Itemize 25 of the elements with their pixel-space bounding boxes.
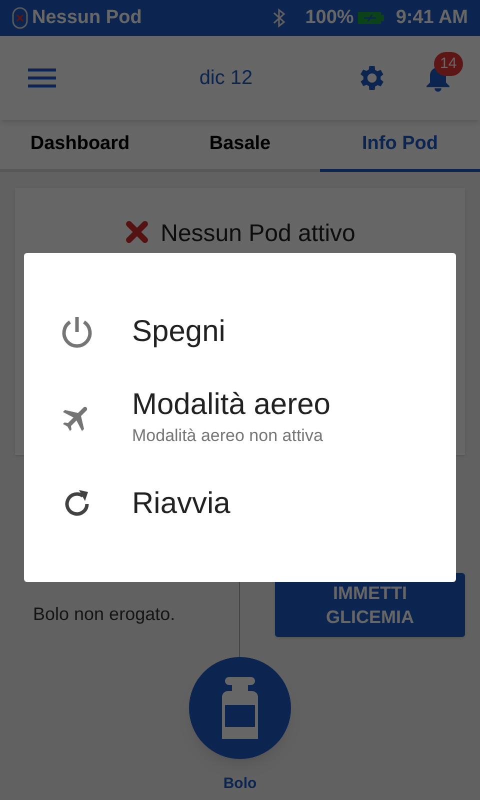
error-cross-icon: [124, 220, 149, 244]
vial-icon: [222, 677, 258, 739]
pod-status-text: Nessun Pod: [32, 6, 142, 30]
tab[interactable]: Basale: [160, 120, 320, 169]
power-menu-item[interactable]: Riavvia: [60, 476, 456, 532]
date-label: dic 12: [199, 66, 253, 91]
bolus-label: Bolo: [223, 774, 257, 794]
power-menu-item[interactable]: Spegni: [60, 304, 456, 360]
power-menu-item[interactable]: Modalità aereo Modalità aereo non attiva: [60, 390, 456, 446]
bolus-status-text: Bolo non erogato.: [33, 603, 176, 626]
clock-time: 9:41 AM: [396, 6, 468, 30]
menu-item-subtitle: Modalità aereo non attiva: [132, 424, 324, 447]
pod-status-message: Nessun Pod attivo: [160, 219, 356, 249]
tab[interactable]: Info Pod: [320, 120, 480, 172]
menu-icon[interactable]: [28, 68, 56, 88]
menu-item-label: Riavvia: [132, 486, 230, 522]
battery-icon: [358, 11, 384, 25]
menu-item-label: Modalità aereo: [132, 386, 330, 423]
pod-error-icon: [12, 7, 28, 29]
notification-count-badge: 14: [434, 52, 463, 76]
power-icon: [60, 314, 94, 348]
menu-item-label: Spegni: [132, 314, 226, 350]
bluetooth-icon: [273, 8, 286, 28]
battery-percent: 100%: [305, 6, 354, 30]
tab[interactable]: Dashboard: [0, 120, 160, 169]
